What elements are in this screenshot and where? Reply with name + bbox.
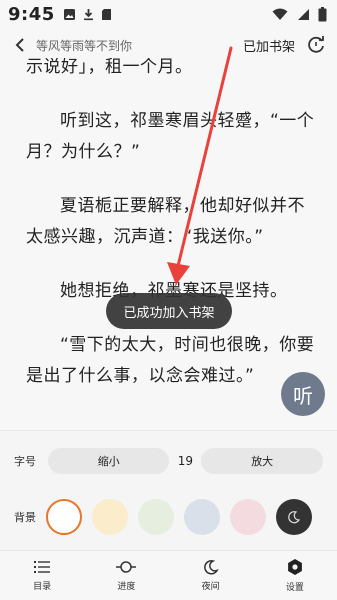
nav-settings[interactable]: 设置 xyxy=(253,551,337,600)
settings-panel: 字号 缩小 19 放大 背景 xyxy=(0,430,337,550)
font-size-value: 19 xyxy=(177,454,194,468)
nav-label: 进度 xyxy=(117,582,136,592)
moon-icon xyxy=(288,511,301,524)
bg-swatch-green[interactable] xyxy=(138,499,174,535)
book-title: 等风等雨等不到你 xyxy=(36,38,133,53)
nav-label: 夜间 xyxy=(201,582,220,592)
refresh-icon xyxy=(308,36,324,53)
sd-card-icon xyxy=(101,8,111,20)
status-bar: 9:45 xyxy=(0,0,337,28)
bg-swatch-night[interactable] xyxy=(276,499,312,535)
font-size-row: 字号 缩小 19 放大 xyxy=(0,447,337,475)
refresh-button[interactable] xyxy=(305,34,327,56)
nav-progress[interactable]: 进度 xyxy=(84,551,168,600)
nav-catalog[interactable]: 目录 xyxy=(0,551,84,600)
reading-content[interactable]: 示说好」，租一个月。 听到这，祁墨寒眉头轻蹙，“一个月？为什么？” 夏语栀正要解… xyxy=(0,58,337,430)
wifi-icon xyxy=(272,8,288,20)
paragraph: 听到这，祁墨寒眉头轻蹙，“一个月？为什么？” xyxy=(26,111,315,162)
paragraph: “雪下的太大，时间也很晚，你要是出了什么事，以念会难过。” xyxy=(26,335,315,386)
signal-icon xyxy=(298,8,309,20)
chevron-left-icon xyxy=(15,38,24,52)
bg-swatch-pink[interactable] xyxy=(230,499,266,535)
background-label: 背景 xyxy=(14,511,36,524)
battery-icon xyxy=(318,6,327,21)
list-icon xyxy=(34,561,51,573)
progress-icon xyxy=(116,561,137,573)
nav-label: 设置 xyxy=(285,583,304,593)
paragraph: 夏语栀正要解释，他却好似并不太感兴趣，沉声道：“我送你。” xyxy=(26,196,305,247)
bg-swatch-white[interactable] xyxy=(46,499,82,535)
bottom-nav: 目录 进度 夜间 设置 xyxy=(0,550,337,600)
status-time: 9:45 xyxy=(8,3,55,25)
increase-font-button[interactable]: 放大 xyxy=(201,448,323,474)
paragraph: 示说好」，租一个月。 xyxy=(26,58,193,77)
listen-button[interactable]: 听 xyxy=(281,372,325,416)
status-notification-icons xyxy=(63,8,112,21)
gear-icon xyxy=(287,559,302,575)
added-to-shelf-toast: 已成功加入书架 xyxy=(106,293,232,329)
nav-night[interactable]: 夜间 xyxy=(169,551,253,600)
font-size-label: 字号 xyxy=(14,455,36,468)
reader-top-bar: 等风等雨等不到你 已加书架 xyxy=(0,28,337,62)
image-notification-icon xyxy=(63,8,75,20)
decrease-font-button[interactable]: 缩小 xyxy=(47,448,170,474)
bg-swatch-yellow[interactable] xyxy=(92,499,128,535)
moon-icon xyxy=(203,560,219,575)
background-row: 背景 xyxy=(0,497,337,537)
download-icon xyxy=(83,8,93,20)
back-button[interactable] xyxy=(10,35,30,55)
nav-label: 目录 xyxy=(33,582,52,592)
bg-swatch-blue[interactable] xyxy=(184,499,220,535)
add-to-shelf-button[interactable]: 已加书架 xyxy=(243,36,295,55)
